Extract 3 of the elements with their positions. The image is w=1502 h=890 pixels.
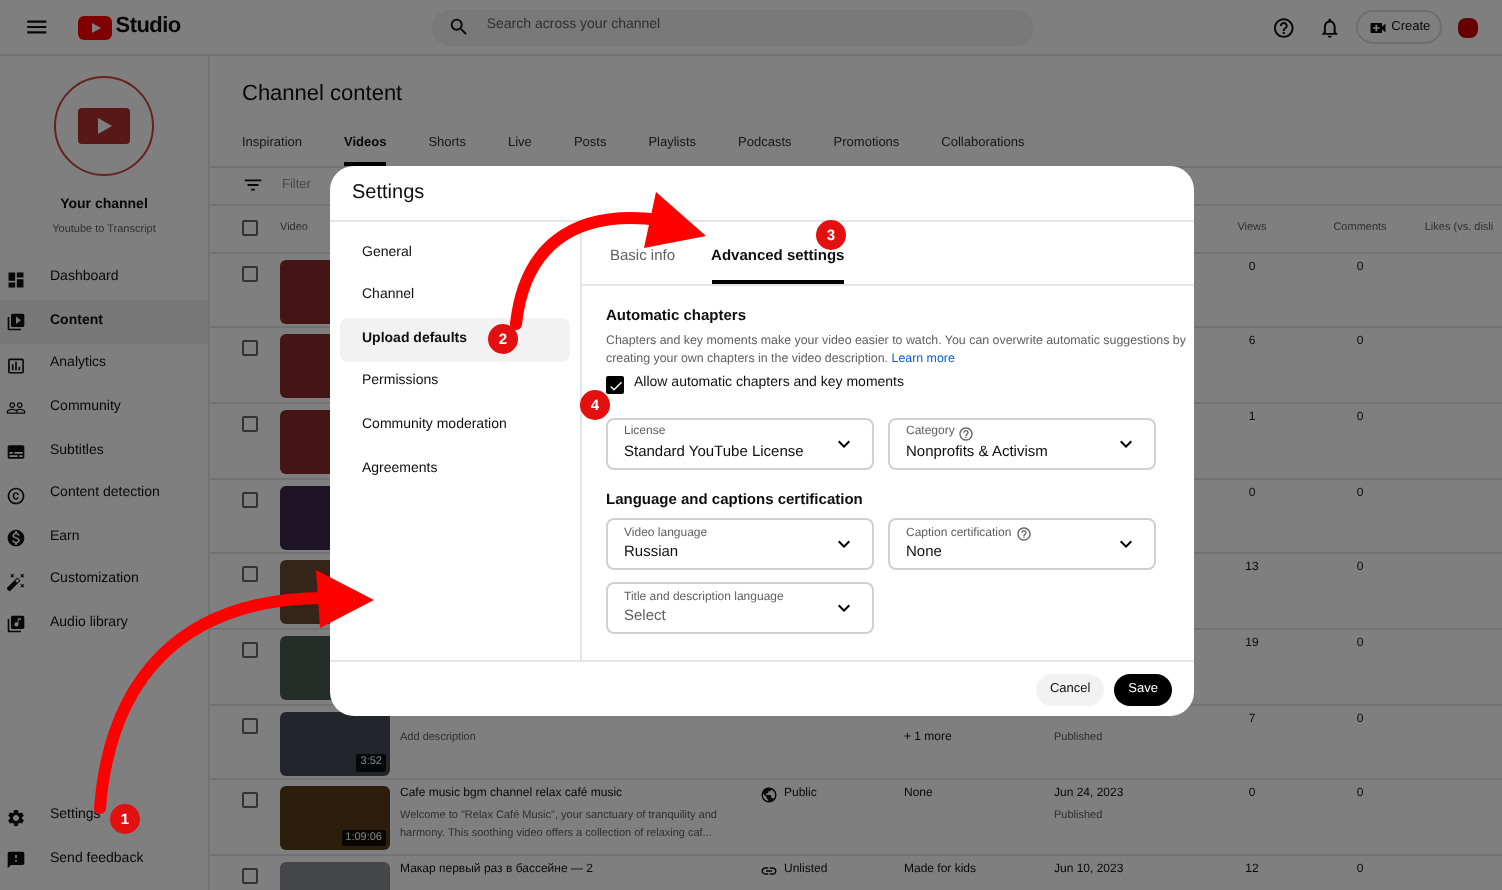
logo-text: Studio <box>115 12 181 43</box>
page-title: Channel content <box>242 80 405 110</box>
dialog-title: Settings <box>352 180 425 208</box>
